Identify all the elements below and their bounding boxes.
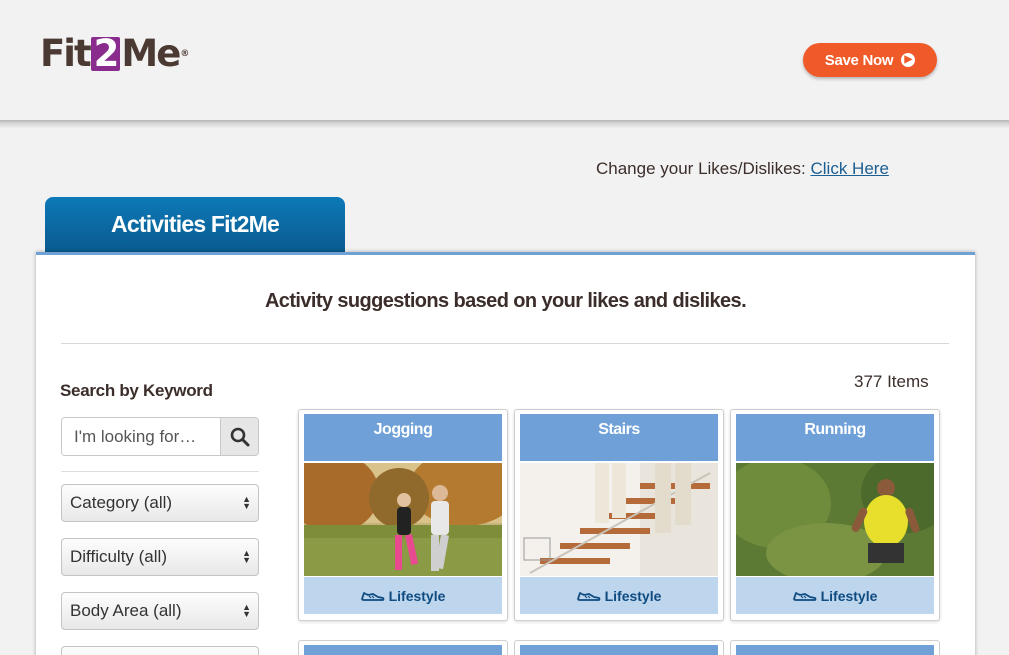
card-tag-label: Lifestyle — [604, 587, 662, 604]
search-box — [61, 417, 259, 456]
body-area-select-value: Body Area (all) — [70, 601, 182, 620]
card-title: Running — [736, 414, 934, 461]
save-now-label: Save Now — [824, 51, 894, 69]
select-arrows-icon: ▲ ▼ — [242, 548, 251, 565]
fit2me-logo[interactable]: Fit 2 Me® — [40, 34, 189, 74]
sidebar-separator — [61, 471, 259, 472]
card-tag: Lifestyle — [736, 577, 934, 614]
card-tag-label: Lifestyle — [388, 587, 446, 604]
select-arrows-icon: ▲ ▼ — [242, 494, 251, 511]
card-tag-label: Lifestyle — [820, 587, 878, 604]
arrow-circle-right-icon: ▶ — [901, 53, 916, 67]
activity-card-partial[interactable] — [730, 640, 940, 655]
activity-card-partial[interactable] — [514, 640, 724, 655]
logo-text-me: Me — [121, 32, 181, 75]
activity-card-jogging[interactable]: Jogging Lifestyle — [298, 409, 508, 621]
card-tag: Lifestyle — [520, 577, 718, 614]
category-select[interactable]: Category (all) ▲ ▼ — [61, 484, 259, 522]
card-title: Jogging — [304, 414, 502, 461]
card-title: Stairs — [520, 414, 718, 461]
activity-card-stairs[interactable]: Stairs Lifestyle — [514, 409, 724, 621]
likes-dislikes-link[interactable]: Click Here — [811, 159, 889, 178]
sneaker-icon — [576, 591, 600, 601]
running-photo — [736, 463, 934, 576]
search-input[interactable] — [62, 418, 220, 455]
tab-activities-fit2me[interactable]: Activities Fit2Me — [45, 197, 345, 252]
activities-panel: Activity suggestions based on your likes… — [36, 252, 975, 655]
divider — [61, 343, 949, 344]
search-button[interactable] — [220, 418, 258, 455]
activity-card-partial[interactable] — [298, 640, 508, 655]
site-header: Fit 2 Me® Save Now ▶ — [0, 0, 1009, 120]
category-select-value: Category (all) — [70, 493, 173, 512]
body-area-select[interactable]: Body Area (all) ▲ ▼ — [61, 592, 259, 630]
logo-text-2: 2 — [90, 35, 121, 72]
sneaker-icon — [360, 591, 384, 601]
tab-label: Activities Fit2Me — [111, 211, 280, 237]
stairs-photo — [520, 463, 718, 576]
search-label: Search by Keyword — [60, 381, 213, 400]
logo-registered-mark: ® — [180, 49, 190, 59]
difficulty-select[interactable]: Difficulty (all) ▲ ▼ — [61, 538, 259, 576]
card-tag: Lifestyle — [304, 577, 502, 614]
more-filter-select[interactable] — [61, 646, 259, 655]
search-icon — [230, 427, 249, 446]
logo-text-fit: Fit — [40, 32, 92, 75]
likes-dislikes-line: Change your Likes/Dislikes: Click Here — [596, 159, 889, 179]
difficulty-select-value: Difficulty (all) — [70, 547, 167, 566]
save-now-button[interactable]: Save Now ▶ — [803, 43, 937, 77]
jogging-photo — [304, 463, 502, 576]
activity-card-running[interactable]: Running Lifestyle — [730, 409, 940, 621]
select-arrows-icon: ▲ ▼ — [242, 602, 251, 619]
panel-heading: Activity suggestions based on your likes… — [264, 290, 747, 312]
sneaker-icon — [792, 591, 816, 601]
item-count: 377 Items — [854, 372, 929, 391]
header-shadow — [0, 120, 1009, 128]
likes-dislikes-label: Change your Likes/Dislikes: — [596, 159, 806, 178]
